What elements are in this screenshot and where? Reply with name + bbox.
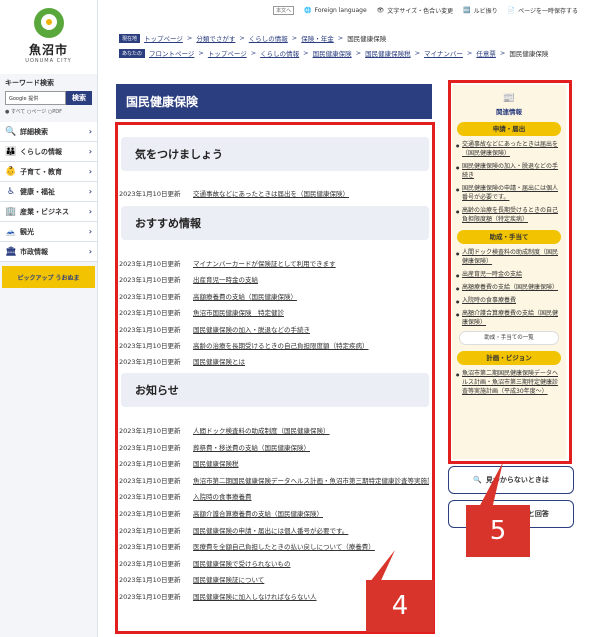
callout-4: 4 — [366, 580, 434, 632]
callout-5-pointer — [478, 462, 503, 509]
callout-5: 5 — [466, 505, 530, 557]
